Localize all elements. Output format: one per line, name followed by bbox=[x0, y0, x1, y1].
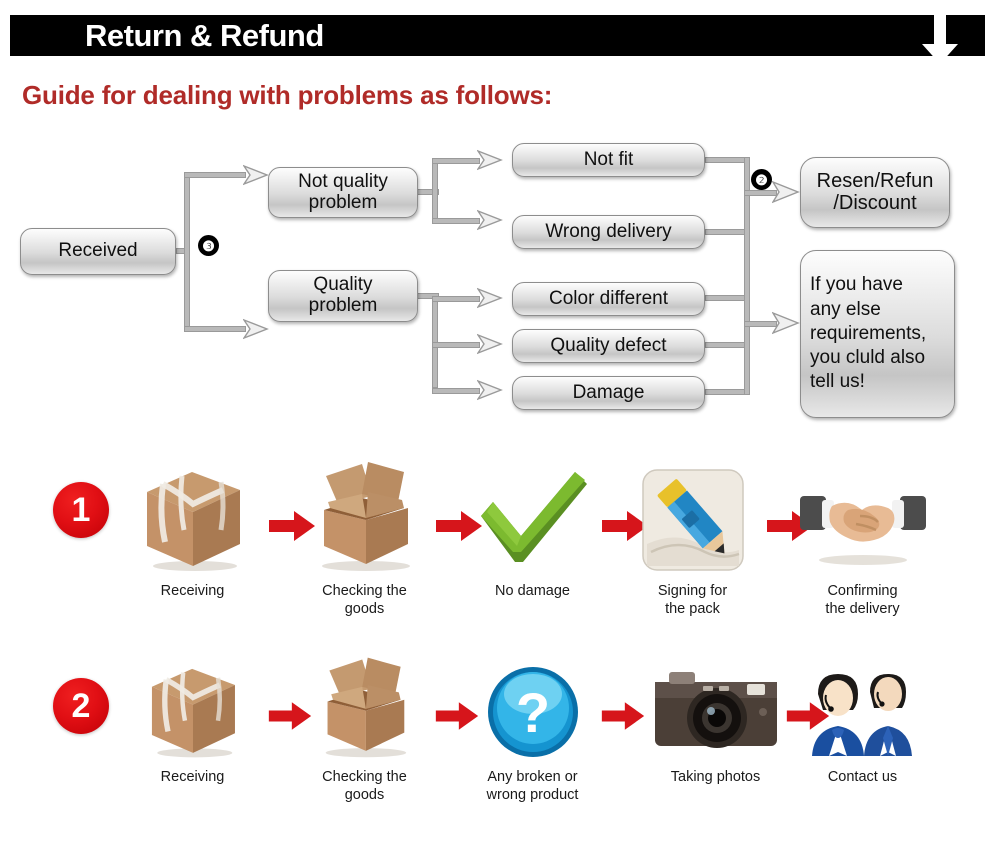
flow-badge-2: ❷ bbox=[751, 169, 772, 190]
sealed-box-icon bbox=[125, 456, 260, 574]
flow-box-other-requirements[interactable]: If you have any else requirements, you c… bbox=[800, 250, 955, 418]
connector-cat1-vertical bbox=[432, 158, 438, 224]
pencil-signing-icon bbox=[625, 456, 760, 574]
process-step-confirming-delivery: Confirming the delivery bbox=[795, 456, 930, 618]
arrowhead-icon bbox=[477, 287, 503, 309]
flow-box-damage[interactable]: Damage bbox=[512, 376, 705, 410]
arrowhead-icon bbox=[243, 164, 269, 186]
process-badge-1: 1 bbox=[53, 482, 109, 538]
flow-box-resend-refund-discount[interactable]: Resen/Refun /Discount bbox=[800, 157, 950, 228]
process-step-label: Checking the goods bbox=[322, 769, 407, 804]
flow-box-quality-problem[interactable]: Quality problem bbox=[268, 270, 418, 322]
camera-icon bbox=[648, 652, 783, 760]
arrowhead-icon bbox=[243, 318, 269, 340]
svg-text:?: ? bbox=[515, 681, 549, 744]
process-step-no-damage: No damage bbox=[465, 456, 600, 600]
arrowhead-icon bbox=[477, 379, 503, 401]
process-row-problem-delivery: 2 Receiving Checking the goods ? Any bro… bbox=[0, 648, 1000, 838]
support-agents-icon bbox=[795, 652, 930, 760]
process-step-label: No damage bbox=[495, 583, 570, 599]
connector-branch-bottom bbox=[184, 326, 246, 332]
flow-box-not-quality-problem[interactable]: Not quality problem bbox=[268, 167, 418, 218]
process-badge-2: 2 bbox=[53, 678, 109, 734]
connector-cat1-bottom bbox=[432, 218, 480, 224]
open-box-icon bbox=[297, 652, 432, 760]
process-step-label: Contact us bbox=[827, 769, 898, 785]
process-step-label: Receiving bbox=[160, 769, 225, 785]
process-step-receiving-2: Receiving bbox=[125, 652, 260, 786]
process-step-signing: Signing for the pack bbox=[625, 456, 760, 618]
process-step-contact-us: Contact us bbox=[795, 652, 930, 786]
red-arrow-icon bbox=[601, 702, 645, 730]
connector-cat1-top bbox=[432, 158, 480, 164]
flow-badge-3: ❸ bbox=[198, 235, 219, 256]
process-step-label: Confirming the delivery bbox=[825, 583, 900, 618]
page-title: Return & Refund bbox=[85, 18, 324, 53]
process-step-label: Taking photos bbox=[670, 769, 761, 785]
process-row-normal-delivery: 1 Receiving Checking the goods No damage… bbox=[0, 452, 1000, 647]
question-mark-icon: ? bbox=[465, 652, 600, 760]
returns-flowchart: ❸ ❷ Received Not quality problem Quality… bbox=[0, 130, 1000, 430]
open-box-icon bbox=[297, 456, 432, 574]
connector-cat2-top bbox=[432, 296, 480, 302]
arrowhead-icon bbox=[772, 180, 800, 204]
process-step-label: Receiving bbox=[160, 583, 225, 599]
arrowhead-icon bbox=[477, 209, 503, 231]
guide-subtitle: Guide for dealing with problems as follo… bbox=[22, 80, 553, 110]
process-step-label: Checking the goods bbox=[322, 583, 407, 618]
process-step-checking-goods-2: Checking the goods bbox=[297, 652, 432, 804]
process-step-label: Signing for the pack bbox=[657, 583, 728, 618]
arrowhead-icon bbox=[772, 311, 800, 335]
green-checkmark-icon bbox=[465, 456, 600, 574]
connector-branch-vertical bbox=[184, 172, 190, 332]
process-step-receiving: Receiving bbox=[125, 456, 260, 600]
flow-box-quality-defect[interactable]: Quality defect bbox=[512, 329, 705, 363]
handshake-icon bbox=[795, 456, 930, 574]
process-step-taking-photos: Taking photos bbox=[648, 652, 783, 786]
arrowhead-icon bbox=[477, 149, 503, 171]
arrow-down-icon bbox=[922, 14, 958, 64]
flow-box-wrong-delivery[interactable]: Wrong delivery bbox=[512, 215, 705, 249]
process-step-label: Any broken or wrong product bbox=[486, 769, 579, 804]
sealed-box-icon bbox=[125, 652, 260, 760]
flow-box-color-different[interactable]: Color different bbox=[512, 282, 705, 316]
flow-box-received[interactable]: Received bbox=[20, 228, 176, 275]
flow-box-not-fit[interactable]: Not fit bbox=[512, 143, 705, 177]
connector-branch-top bbox=[184, 172, 246, 178]
connector-cat2-bottom bbox=[432, 388, 480, 394]
process-step-any-broken: ? Any broken or wrong product bbox=[465, 652, 600, 804]
process-step-checking-goods: Checking the goods bbox=[297, 456, 432, 618]
connector-cat2-mid bbox=[432, 342, 480, 348]
arrowhead-icon bbox=[477, 333, 503, 355]
